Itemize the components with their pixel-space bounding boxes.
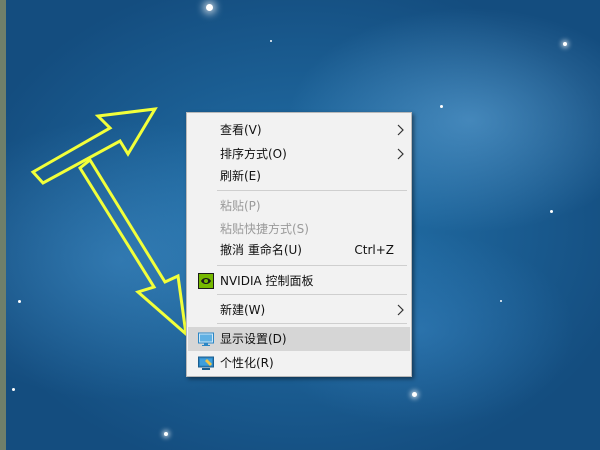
menu-item-label: 新建(W) <box>220 303 266 317</box>
menu-item-label: 粘贴(P) <box>220 199 261 213</box>
menu-separator <box>217 323 407 324</box>
display-icon <box>198 332 214 346</box>
menu-item-label: 个性化(R) <box>220 356 274 370</box>
menu-item-label: 排序方式(O) <box>220 147 287 161</box>
chevron-right-icon <box>397 304 404 316</box>
personalize-icon <box>198 356 214 370</box>
menu-item-paste[interactable]: 粘贴(P) <box>188 194 410 218</box>
context-menu: 查看(V) 排序方式(O) 刷新(E) 粘贴(P) 粘贴快捷方式(S) 撤消 重… <box>186 112 412 377</box>
menu-separator <box>217 190 407 191</box>
arrow-upper <box>30 107 158 185</box>
menu-separator <box>217 265 407 266</box>
chevron-right-icon <box>397 124 404 136</box>
menu-item-view[interactable]: 查看(V) <box>188 118 410 142</box>
menu-item-new[interactable]: 新建(W) <box>188 298 410 322</box>
menu-item-nvidia[interactable]: NVIDIA 控制面板 <box>188 269 410 293</box>
menu-separator <box>217 294 407 295</box>
menu-item-label: NVIDIA 控制面板 <box>220 274 314 288</box>
arrow-lower <box>78 157 189 338</box>
nvidia-icon <box>198 273 214 289</box>
menu-item-label: 显示设置(D) <box>220 332 287 346</box>
menu-item-personalize[interactable]: 个性化(R) <box>188 351 410 375</box>
menu-item-sort[interactable]: 排序方式(O) <box>188 142 410 166</box>
menu-item-undo-rename[interactable]: 撤消 重命名(U) Ctrl+Z <box>188 238 410 262</box>
menu-item-label: 刷新(E) <box>220 169 261 183</box>
menu-item-label: 撤消 重命名(U) <box>220 243 302 257</box>
menu-item-label: 查看(V) <box>220 123 262 137</box>
menu-item-refresh[interactable]: 刷新(E) <box>188 164 410 188</box>
menu-item-display-settings[interactable]: 显示设置(D) <box>188 327 410 351</box>
menu-item-shortcut: Ctrl+Z <box>354 243 394 257</box>
chevron-right-icon <box>397 148 404 160</box>
